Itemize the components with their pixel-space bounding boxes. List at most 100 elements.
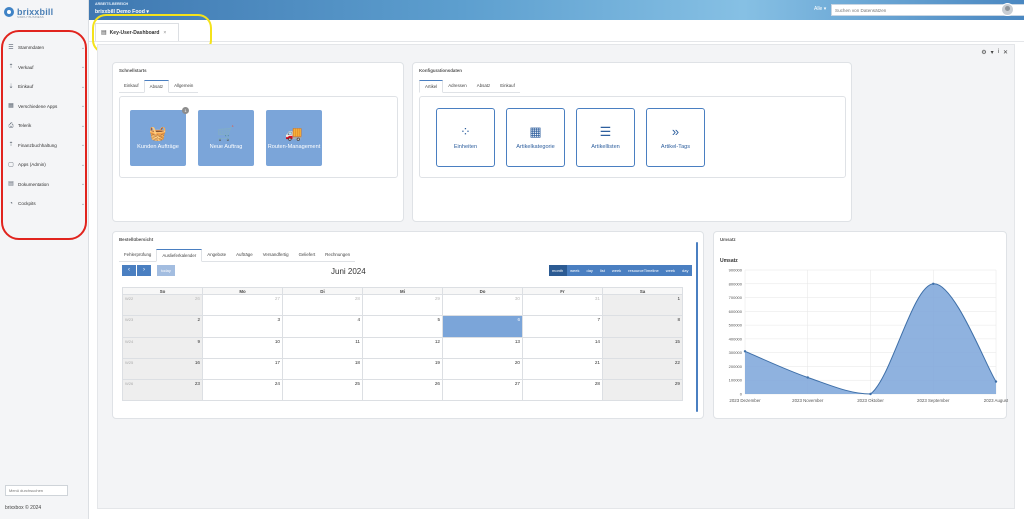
bestell-tab-auslieferkalender[interactable]: Auslieferkalender	[156, 249, 203, 262]
chevron-down-icon[interactable]: ▾	[991, 49, 994, 56]
calendar-day-cell[interactable]: 5	[362, 315, 443, 338]
konfiguration-tab-artikel[interactable]: Artikel	[419, 80, 444, 93]
schnellstarts-tab-allgemein[interactable]: Allgemein	[169, 80, 198, 92]
calendar-day-cell[interactable]: 31	[522, 293, 603, 317]
data-point[interactable]	[806, 376, 809, 379]
calendar-day-cell[interactable]: 13	[442, 336, 523, 359]
calendar-scrollbar[interactable]	[696, 242, 698, 412]
calendar-day-cell[interactable]: 17	[202, 357, 283, 381]
calendar-day-cell[interactable]: 7	[522, 315, 603, 338]
data-point[interactable]	[932, 282, 935, 285]
sidebar-item-verkauf[interactable]: ⇡ Verkauf ⌄	[4, 58, 86, 78]
calendar-view-week[interactable]: week	[608, 265, 624, 276]
calendar-day-cell[interactable]: 27	[202, 293, 283, 317]
workspace-selector[interactable]: brixxbill Demo Food ▾	[95, 9, 149, 15]
calendar-day-cell[interactable]: W25 16	[122, 357, 203, 381]
calendar-view-list[interactable]: list	[596, 265, 608, 276]
config-button-artikellisten[interactable]: ☰ Artikellisten	[576, 108, 635, 167]
calendar-day-cell[interactable]: 27	[442, 379, 523, 402]
calendar-day-cell[interactable]: 28	[522, 379, 603, 402]
calendar-view-month[interactable]: month	[548, 265, 567, 276]
close-icon[interactable]: ×	[163, 30, 166, 36]
data-point[interactable]	[869, 392, 872, 396]
calendar-day-cell[interactable]: 19	[362, 357, 443, 381]
sidebar-item-label: Stammdaten	[18, 45, 45, 51]
sidebar-item-einkauf[interactable]: ⇣ Einkauf ⌄	[4, 77, 86, 97]
menu-search-input[interactable]	[5, 485, 68, 496]
global-search-input[interactable]	[831, 4, 1024, 16]
config-button-artikelkategorie[interactable]: ▦ Artikelkategorie	[506, 108, 565, 167]
calendar-day-cell[interactable]: 29	[602, 379, 683, 402]
today-button[interactable]: today	[157, 265, 175, 276]
info-icon[interactable]: i	[998, 49, 999, 56]
sidebar-item-dokumentation[interactable]: ▤ Dokumentation ⌄	[4, 175, 86, 195]
calendar-day-cell[interactable]: 22	[602, 357, 683, 381]
sidebar-item-cockpits[interactable]: ◔ Cockpits ⌄	[4, 194, 86, 214]
calendar-day-cell[interactable]: 24	[202, 379, 283, 402]
bestell-tab-rechnungen[interactable]: Rechnungen	[320, 249, 355, 261]
settings-gear-icon[interactable]: ⚙	[981, 49, 986, 56]
data-point[interactable]	[743, 350, 747, 353]
calendar-day-cell[interactable]: 4	[282, 315, 363, 338]
sidebar-item-finanzbuchhaltung[interactable]: ⇡ Finanzbuchhaltung ⌄	[4, 136, 86, 156]
user-avatar[interactable]	[1001, 3, 1014, 16]
calendar-day-cell[interactable]: 8	[602, 315, 683, 338]
calendar-day-cell[interactable]: 25	[282, 379, 363, 402]
calendar-day-cell[interactable]: 28	[282, 293, 363, 317]
sidebar-item-telerik[interactable]: ⎙ Telerik ⌄	[4, 116, 86, 136]
calendar-day-cell[interactable]: 18	[282, 357, 363, 381]
konfiguration-tab-adressen[interactable]: Adressen	[443, 80, 472, 92]
calendar-view-day[interactable]: day	[583, 265, 596, 276]
calendar-day-cell[interactable]: 26	[362, 379, 443, 402]
quickstart-button-1[interactable]: 🛒 Neue Auftrag	[198, 110, 254, 166]
calendar-day-cell[interactable]: 11	[282, 336, 363, 359]
search-scope-dropdown[interactable]: Alle ▾	[814, 6, 826, 12]
calendar-day-cell[interactable]: 21	[522, 357, 603, 381]
config-button-einheiten[interactable]: ⁘ Einheiten	[436, 108, 495, 167]
sidebar-item-apps-admin[interactable]: ▢ Apps (Admin) ⌄	[4, 155, 86, 175]
calendar-view-resourcetimeline[interactable]: resourceTimeline	[625, 265, 663, 276]
sidebar-item-stammdaten[interactable]: ☰ Stammdaten ⌄	[4, 38, 86, 58]
calendar-view-week[interactable]: week	[567, 265, 583, 276]
bestell-tab-aufträge[interactable]: Aufträge	[231, 249, 258, 261]
bestell-tab-geliefert[interactable]: Geliefert	[294, 249, 321, 261]
calendar-day-cell[interactable]: 30	[442, 293, 523, 317]
fullscreen-icon[interactable]: ⛶	[957, 5, 967, 15]
data-point[interactable]	[994, 380, 998, 383]
sidebar-item-verschiedene-apps[interactable]: ▦ Verschiedene Apps ⌄	[4, 97, 86, 117]
konfiguration-tab-absatz[interactable]: Absatz	[472, 80, 495, 92]
calendar-day-cell[interactable]: 10	[202, 336, 283, 359]
calendar-day-cell[interactable]: 6	[442, 315, 523, 338]
close-icon[interactable]: ✕	[1003, 49, 1008, 56]
calendar-day-cell[interactable]: 29	[362, 293, 443, 317]
calendar-day-cell[interactable]: W24 9	[122, 336, 203, 359]
calendar-day-cell[interactable]: W26 23	[122, 379, 203, 402]
tab-key-user-dashboard[interactable]: ▤ Key-User-Dashboard ×	[95, 23, 179, 41]
schnellstarts-tab-absatz[interactable]: Absatz	[143, 80, 170, 93]
calendar-view-day[interactable]: day	[679, 265, 692, 276]
calendar-day-cell[interactable]: W22 26	[122, 293, 203, 317]
next-month-button[interactable]: ›	[137, 265, 151, 276]
prev-month-button[interactable]: ‹	[122, 265, 136, 276]
calendar-day-cell[interactable]: 1	[602, 293, 683, 317]
konfiguration-tab-einkauf[interactable]: Einkauf	[495, 80, 520, 92]
calendar-day-cell[interactable]: 20	[442, 357, 523, 381]
calendar-day-cell[interactable]: 12	[362, 336, 443, 359]
config-button-artikel-tags[interactable]: » Artikel-Tags	[646, 108, 705, 167]
calendar-day-cell[interactable]: W23 2	[122, 315, 203, 338]
day-number: 29	[674, 381, 680, 387]
calendar-day-cell[interactable]: 14	[522, 336, 603, 359]
schnellstarts-tab-einkauf[interactable]: Einkauf	[119, 80, 144, 92]
bestell-tab-versandfertig[interactable]: Versandfertig	[258, 249, 294, 261]
bestell-tab-fehlerprüfung[interactable]: Fehlerprüfung	[119, 249, 156, 261]
quickstart-button-0[interactable]: 🧺 Kunden Aufträge 1	[130, 107, 189, 166]
home-icon[interactable]: ⌂	[971, 5, 981, 15]
calendar-day-cell[interactable]: 15	[602, 336, 683, 359]
calendar-view-week[interactable]: week	[662, 265, 678, 276]
day-number: 4	[357, 317, 360, 323]
quickstart-button-2[interactable]: 🚚 Routen-Management	[266, 110, 322, 166]
brand-logo[interactable]: brixxbill SIMPLY BUSINESS	[4, 4, 53, 20]
info-icon[interactable]: ⓘ	[985, 5, 995, 15]
bestell-tab-angebote[interactable]: Angebote	[202, 249, 231, 261]
calendar-day-cell[interactable]: 3	[202, 315, 283, 338]
